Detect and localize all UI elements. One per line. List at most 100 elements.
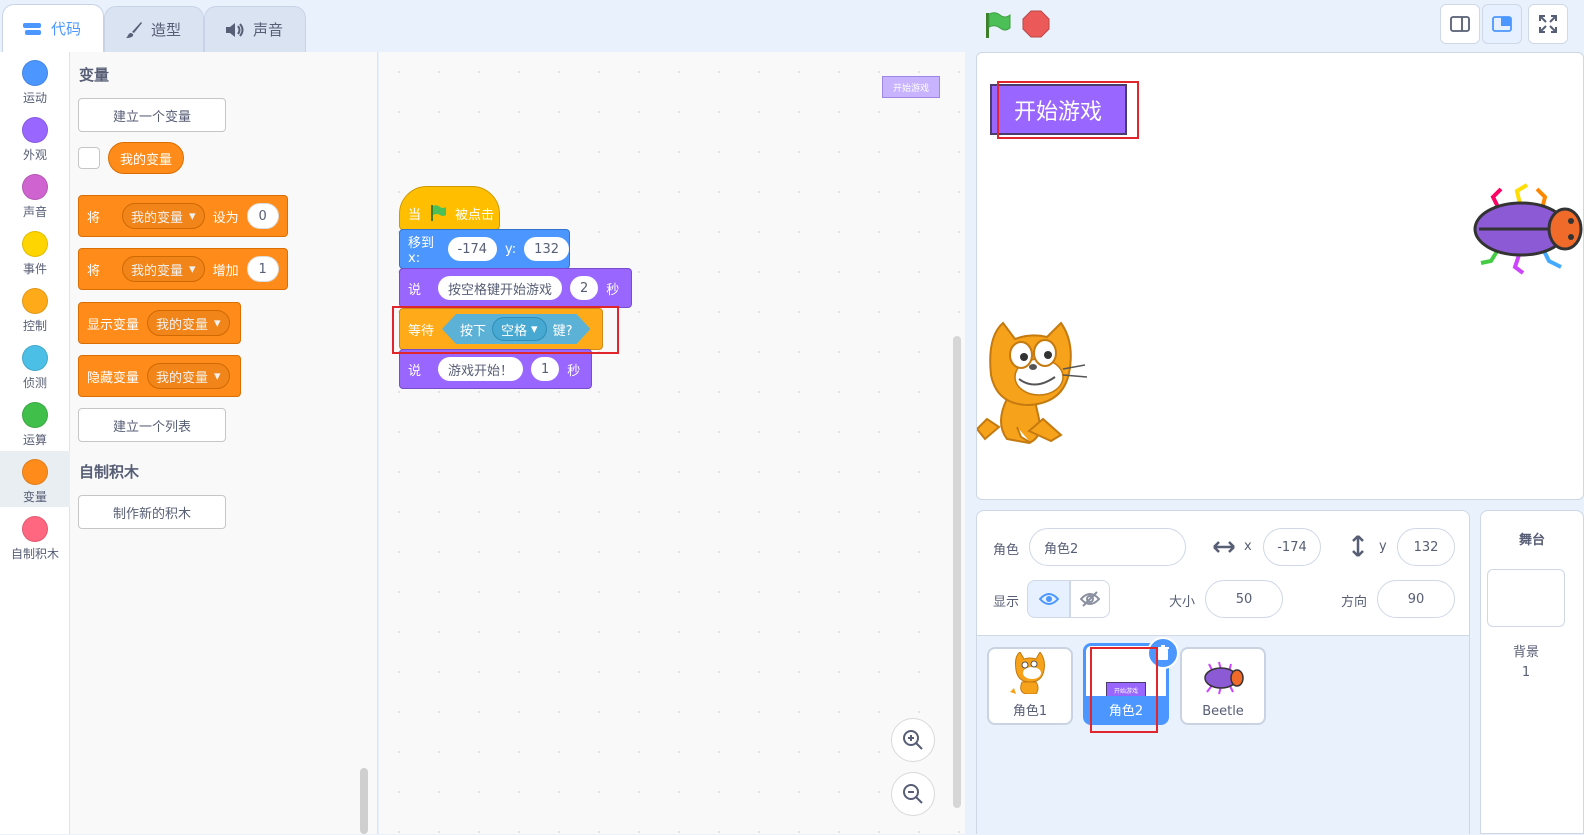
large-stage-button[interactable] [1482,4,1522,44]
key-dropdown[interactable]: 空格 ▾ [492,317,547,341]
zoom-out-icon [903,784,923,804]
variable-checkbox[interactable] [78,147,100,169]
category-looks[interactable]: 外观 [0,109,70,165]
dropdown-value: 我的变量 [131,263,184,279]
make-block-button[interactable]: 制作新的积木 [78,495,226,529]
stage-canvas[interactable]: 开始游戏 [976,52,1584,500]
variable-dropdown[interactable]: 我的变量 ▾ [122,203,205,229]
zoom-in-button[interactable] [891,718,935,762]
stop-button[interactable] [1022,10,1050,38]
seconds-input[interactable]: 2 [570,276,599,300]
show-visible-button[interactable] [1027,580,1070,618]
category-label: 声音 [22,205,47,219]
wait-until-block[interactable]: 等待 按下 空格 ▾ 键? [399,308,603,350]
x-input[interactable]: -174 [1263,528,1321,566]
my-variable-reporter[interactable]: 我的变量 [108,142,184,174]
go-to-xy-block[interactable]: 移到 x: -174 y: 132 [399,229,570,269]
change-op: 增加 [212,263,239,279]
key-pressed-label: 按下 [460,323,487,339]
category-sensing[interactable]: 侦测 [0,337,70,393]
dropdown-arrow-icon: ▾ [531,321,538,337]
variable-dropdown[interactable]: 我的变量 ▾ [122,256,205,282]
show-op: 显示变量 [87,317,140,333]
size-input[interactable]: 50 [1205,580,1283,618]
y-input[interactable]: 132 [524,237,569,261]
zoom-out-button[interactable] [891,772,935,816]
say-for-secs-block[interactable]: 说 按空格键开始游戏 2 秒 [399,268,632,308]
when-flag-clicked-block[interactable]: 当 被点击 [399,186,500,230]
sprite-thumbnail-label: 开始游戏 [882,76,940,98]
make-variable-button[interactable]: 建立一个变量 [78,98,226,132]
sprite-tile-beetle[interactable]: Beetle [1180,647,1266,725]
sprite-name: 角色2 [1108,703,1144,719]
value-input[interactable]: 1 [246,256,279,282]
small-stage-button[interactable] [1440,4,1480,44]
dropdown-arrow-icon: ▾ [189,208,196,224]
seconds-input[interactable]: 1 [531,357,560,381]
stage-title: 舞台 [1518,533,1545,548]
x-input[interactable]: -174 [447,237,498,261]
green-flag-button[interactable] [982,10,1012,40]
cat-sprite-icon[interactable] [977,319,1089,449]
category-my-blocks[interactable]: 自制积木 [0,508,70,564]
sensing-category-icon [22,345,48,371]
category-sound[interactable]: 声音 [0,166,70,222]
block-palette: 变量 建立一个变量 我的变量 将 我的变量 ▾ 设为 0 将 我的变量 ▾ 增加 1… [70,52,378,834]
sprite-name: 角色1 [1012,704,1048,719]
category-label: 变量 [22,490,47,504]
beetle-sprite-icon[interactable] [1471,183,1584,275]
make-list-button[interactable]: 建立一个列表 [78,408,226,442]
category-label: 侦测 [22,376,47,390]
tab-sound[interactable]: 声音 [204,6,306,52]
delete-sprite-button[interactable] [1147,637,1179,669]
category-label: 控制 [22,319,47,333]
category-operators[interactable]: 运算 [0,394,70,450]
size-label: 大小 [1169,595,1196,610]
set-prefix: 将 [87,210,101,226]
category-variables[interactable]: 变量 [0,451,70,507]
variable-dropdown[interactable]: 我的变量 ▾ [147,310,230,336]
category-motion[interactable]: 运动 [0,52,70,108]
show-variable-block[interactable]: 显示变量 我的变量 ▾ [78,302,241,344]
hide-variable-block[interactable]: 隐藏变量 我的变量 ▾ [78,355,241,397]
variable-dropdown[interactable]: 我的变量 ▾ [147,363,230,389]
horizontal-arrows-icon [1213,541,1235,553]
workspace-scrollbar[interactable] [953,336,961,808]
tab-costume[interactable]: 造型 [104,6,204,52]
control-category-icon [22,288,48,314]
category-events[interactable]: 事件 [0,223,70,279]
message-input[interactable]: 按空格键开始游戏 [438,276,563,300]
direction-input[interactable]: 90 [1377,580,1455,618]
fullscreen-icon [1539,15,1557,33]
set-variable-block[interactable]: 将 我的变量 ▾ 设为 0 [78,195,288,237]
category-label: 运算 [22,433,47,447]
motion-category-icon [22,60,48,86]
goto-y-label: y: [505,241,517,257]
value-input[interactable]: 0 [246,203,279,229]
change-variable-block[interactable]: 将 我的变量 ▾ 增加 1 [78,248,288,290]
y-input[interactable]: 132 [1397,528,1455,566]
backdrop-thumbnail[interactable] [1487,569,1565,627]
sprite-tile-cat[interactable]: 角色1 [987,647,1073,725]
script-workspace[interactable]: 开始游戏 当 被点击 移到 x: -174 y: 132 说 按空格键开始游戏 … [379,52,965,834]
my-blocks-category-icon [22,516,48,542]
stage-backdrop-panel[interactable]: 舞台 背景 1 [1480,510,1584,834]
start-game-text: 开始游戏 [1014,99,1103,125]
key-pressed-boolean[interactable]: 按下 空格 ▾ 键? [442,314,590,344]
zoom-in-icon [903,730,923,750]
palette-scrollbar[interactable] [360,768,368,834]
hide-button[interactable] [1070,580,1110,618]
tab-code[interactable]: 代码 [2,4,104,52]
sprite-name-bar: 角色2 [1086,696,1166,722]
beetle-thumbnail-icon [1204,661,1244,695]
message-input[interactable]: 游戏开始！ [438,357,524,381]
fullscreen-button[interactable] [1528,4,1568,44]
my-blocks-heading: 自制积木 [79,463,140,481]
wait-label: 等待 [408,323,435,339]
sprite-name-input[interactable]: 角色2 [1029,528,1186,566]
category-control[interactable]: 控制 [0,280,70,336]
dropdown-value: 我的变量 [156,370,209,386]
say-for-secs-block-2[interactable]: 说 游戏开始！ 1 秒 [399,349,592,389]
start-game-sprite[interactable]: 开始游戏 [990,84,1127,135]
hat-when: 当 [408,207,422,223]
